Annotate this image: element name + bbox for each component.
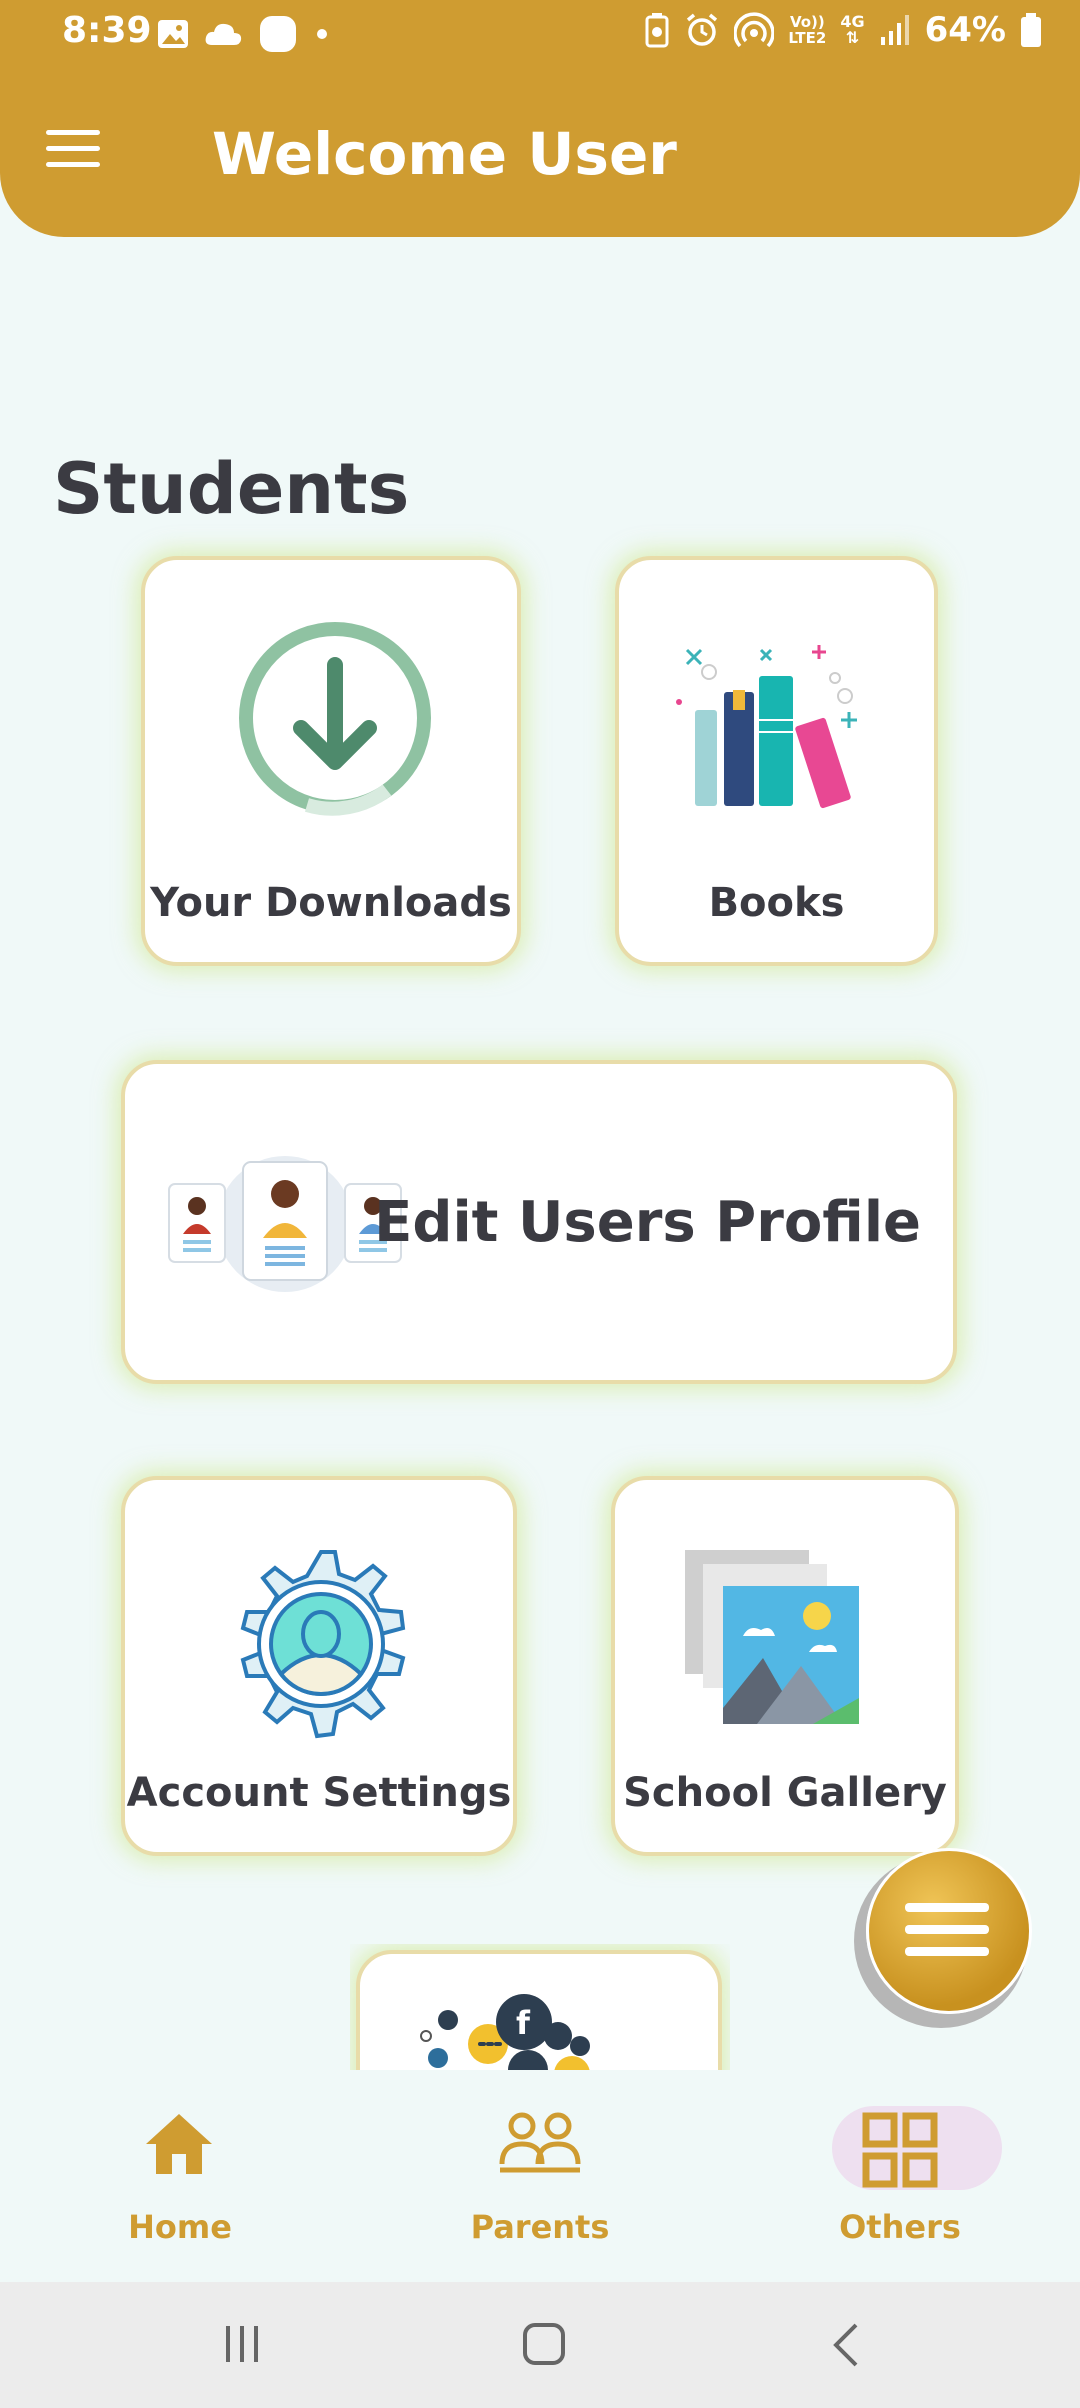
social-media-card[interactable]: f (356, 1950, 722, 2072)
downloads-label: Your Downloads (150, 880, 512, 926)
battery-percent: 64% (924, 10, 1006, 50)
battery-saver-icon (645, 13, 669, 48)
recent-apps-icon[interactable] (222, 2324, 262, 2364)
app-header: 8:39 Vo)) LTE2 4G ⇅ 64% Welcome User (0, 0, 1080, 237)
home-icon (146, 2114, 212, 2174)
alarm-icon (687, 13, 718, 46)
cloud-icon (205, 23, 242, 45)
gallery-label: School Gallery (623, 1770, 947, 1816)
nav-home-label: Home (128, 2208, 232, 2246)
books-card[interactable]: Books (615, 556, 938, 966)
system-icons: Vo)) LTE2 4G ⇅ 64% (644, 10, 1042, 50)
parents-icon (499, 2112, 581, 2173)
nav-others[interactable]: Others (720, 2070, 1080, 2282)
social-media-icon: f (420, 1994, 590, 2072)
account-settings-card[interactable]: Account Settings (121, 1476, 517, 1856)
bottom-navigation: Home Parents Others (0, 2070, 1080, 2282)
lte-label: LTE2 (788, 29, 827, 47)
volte-indicator: Vo)) LTE2 (788, 14, 826, 46)
nav-home[interactable]: Home (0, 2070, 360, 2282)
home-button-icon[interactable] (522, 2322, 566, 2366)
dot-icon (317, 29, 327, 39)
svg-text:f: f (516, 2004, 531, 2042)
edit-profile-label: Edit Users Profile (374, 1190, 921, 1255)
users-profile-icon (168, 1156, 402, 1292)
battery-icon (1021, 13, 1041, 47)
downloads-card[interactable]: Your Downloads (141, 556, 521, 966)
page-title: Welcome User (212, 120, 677, 188)
app-notification-icon (260, 16, 296, 52)
gallery-card[interactable]: School Gallery (611, 1476, 959, 1856)
gallery-icon (685, 1550, 859, 1724)
nav-others-label: Others (839, 2208, 961, 2246)
books-label: Books (708, 880, 845, 926)
data-arrows-icon: ⇅ (845, 28, 860, 47)
edit-profile-card[interactable]: Edit Users Profile (121, 1060, 957, 1384)
status-time: 8:39 (62, 10, 152, 51)
back-icon[interactable] (830, 2322, 860, 2368)
social-media-card-clip: f (350, 1944, 730, 2072)
volte-label: Vo)) (789, 13, 825, 31)
hotspot-icon (734, 12, 775, 48)
grid-icon (862, 2112, 938, 2188)
image-icon (158, 20, 188, 48)
section-title: Students (53, 448, 410, 530)
status-bar: 8:39 Vo)) LTE2 4G ⇅ 64% (0, 0, 1080, 70)
account-settings-label: Account Settings (126, 1770, 512, 1816)
system-navigation-bar (0, 2282, 1080, 2408)
floating-menu-button[interactable] (866, 1848, 1032, 2014)
signal-icon (880, 15, 909, 45)
network-type: 4G ⇅ (840, 14, 864, 46)
hamburger-menu-icon[interactable] (46, 130, 100, 172)
books-icon (676, 645, 857, 809)
account-settings-icon (240, 1550, 406, 1739)
nav-parents-label: Parents (470, 2208, 610, 2246)
download-icon (239, 622, 431, 816)
nav-parents[interactable]: Parents (360, 2070, 720, 2282)
notification-icons (156, 14, 332, 54)
